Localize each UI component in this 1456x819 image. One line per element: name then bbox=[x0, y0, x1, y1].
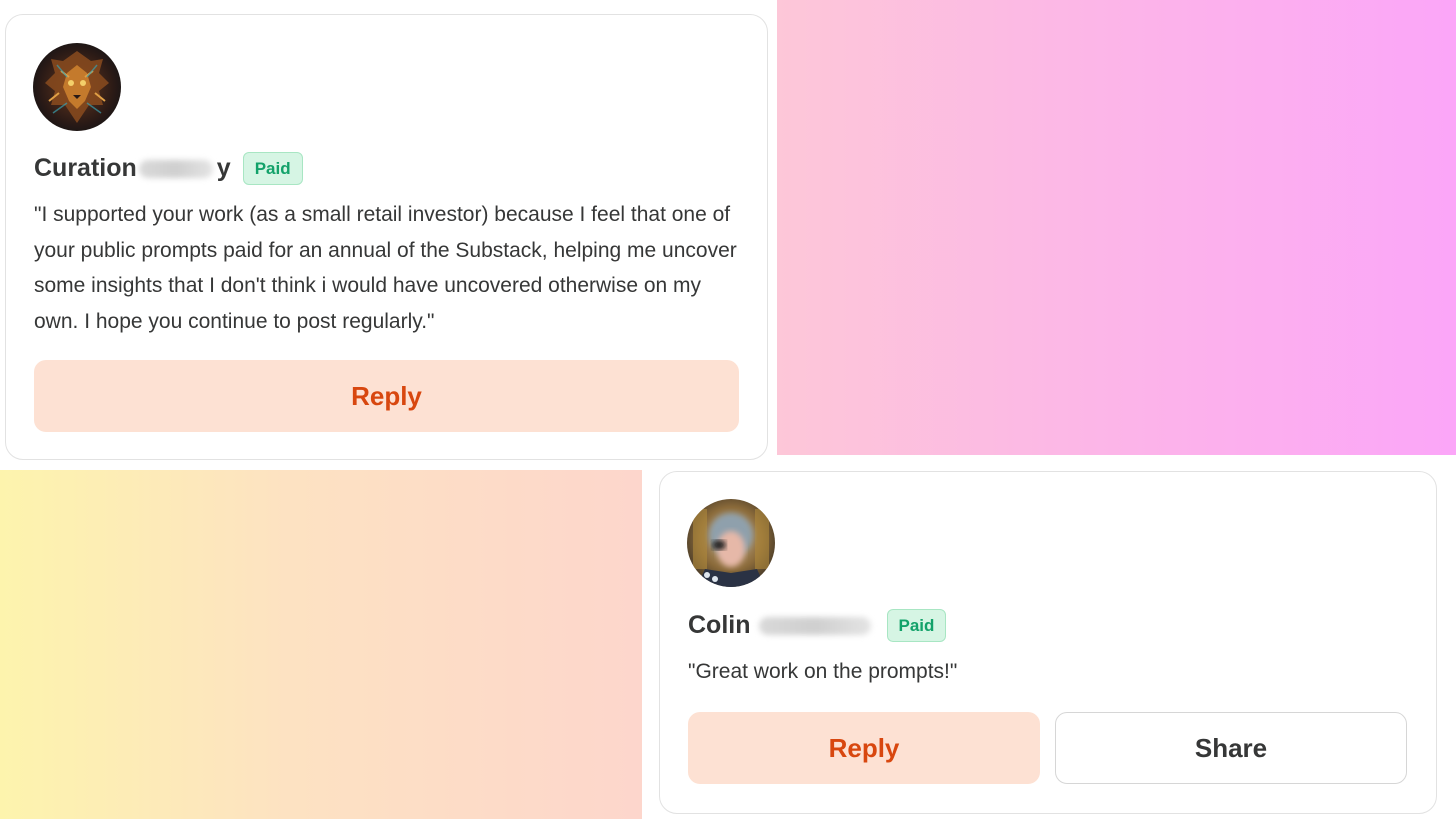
background-gradient-pink bbox=[777, 0, 1456, 455]
reply-button[interactable]: Reply bbox=[34, 360, 739, 432]
person-avatar-icon bbox=[687, 499, 775, 587]
background-gradient-yellow bbox=[0, 470, 642, 819]
share-button[interactable]: Share bbox=[1055, 712, 1407, 784]
comment-text: "I supported your work (as a small retai… bbox=[34, 203, 737, 333]
avatar[interactable] bbox=[687, 499, 775, 587]
redacted-name-blur bbox=[138, 160, 213, 179]
reply-button[interactable]: Reply bbox=[688, 712, 1040, 784]
paid-badge: Paid bbox=[242, 152, 303, 185]
comment-text: "Great work on the prompts!" bbox=[688, 660, 958, 683]
author-name[interactable]: Curation y bbox=[34, 154, 231, 183]
avatar[interactable] bbox=[33, 43, 121, 131]
lion-avatar-icon bbox=[33, 43, 121, 131]
comment-card: Curation y Paid "I supported your work (a… bbox=[5, 14, 768, 460]
paid-badge: Paid bbox=[886, 609, 947, 642]
comment-card: Colin Paid "Great work on the prompts!" … bbox=[659, 471, 1437, 814]
author-row: Curation y Paid bbox=[34, 152, 303, 185]
author-name[interactable]: Colin bbox=[688, 611, 875, 640]
redacted-name-blur bbox=[758, 617, 871, 636]
author-row: Colin Paid bbox=[688, 609, 947, 642]
